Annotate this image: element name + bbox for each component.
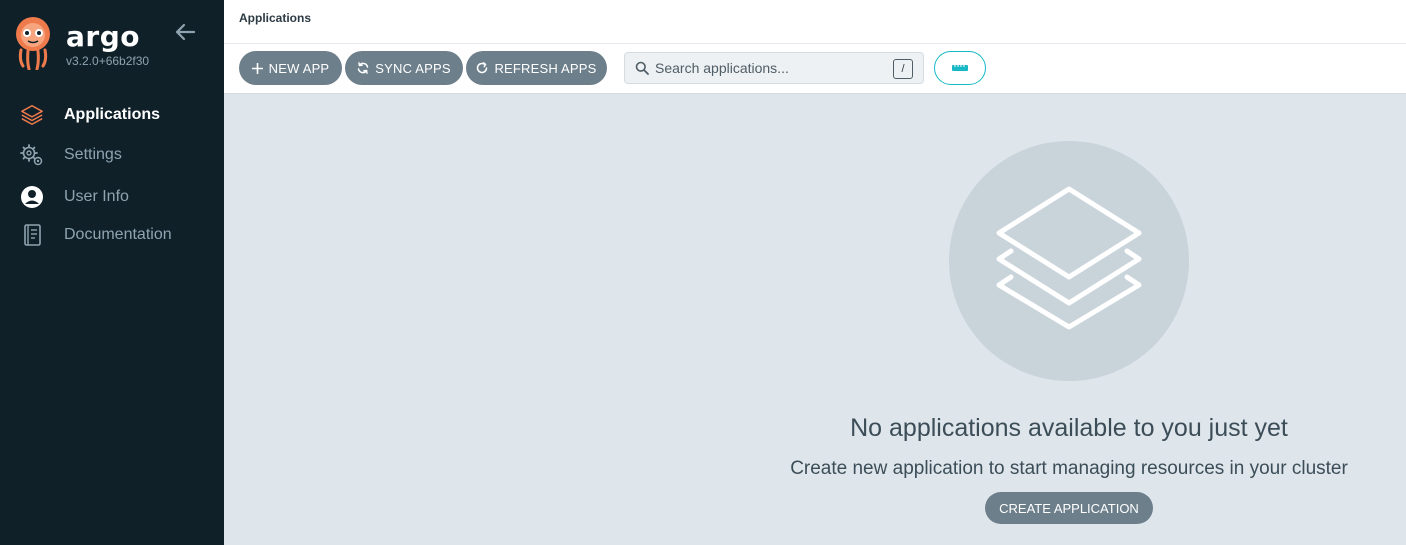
layers-icon <box>996 186 1142 330</box>
view-toggle-icon <box>952 65 968 71</box>
sidebar-item-user-info[interactable]: User Info <box>0 176 224 218</box>
view-toggle-button[interactable] <box>934 51 986 85</box>
sidebar: argo v3.2.0+66b2f30 Applications Setting… <box>0 0 224 545</box>
sidebar-item-settings[interactable]: Settings <box>0 134 224 176</box>
sidebar-item-applications[interactable]: Applications <box>0 96 224 134</box>
empty-state-illustration <box>949 141 1189 381</box>
search-box: / <box>624 52 924 84</box>
sync-apps-label: SYNC APPS <box>375 60 451 76</box>
search-input[interactable] <box>655 58 885 78</box>
create-application-label: CREATE APPLICATION <box>999 500 1139 516</box>
toolbar: NEW APP SYNC APPS REFRESH APPS / <box>224 44 1406 94</box>
brand-name: argo <box>66 20 140 53</box>
search-icon <box>635 61 649 75</box>
book-icon <box>20 223 44 247</box>
empty-state-subtitle: Create new application to start managing… <box>790 458 1348 479</box>
refresh-apps-label: REFRESH APPS <box>494 60 597 76</box>
refresh-icon <box>477 62 488 74</box>
sidebar-item-label: Applications <box>64 106 161 123</box>
empty-state-title: No applications available to you just ye… <box>850 414 1288 442</box>
sync-apps-button[interactable]: SYNC APPS <box>345 51 463 85</box>
plus-icon <box>251 62 263 74</box>
refresh-apps-button[interactable]: REFRESH APPS <box>466 51 607 85</box>
new-app-label: NEW APP <box>268 60 330 76</box>
collapse-sidebar-arrow-icon[interactable] <box>174 22 196 42</box>
user-circle-icon <box>20 185 44 209</box>
sidebar-item-label: User Info <box>64 188 129 205</box>
page-title: Applications <box>239 11 312 25</box>
layers-icon <box>20 103 44 127</box>
new-app-button[interactable]: NEW APP <box>239 51 342 85</box>
version-label: v3.2.0+66b2f30 <box>66 54 150 68</box>
sync-icon <box>358 62 369 74</box>
gears-icon <box>20 143 44 167</box>
argo-logo-icon <box>13 16 53 71</box>
create-application-button[interactable]: CREATE APPLICATION <box>985 492 1153 524</box>
top-bar: Applications <box>224 0 1406 44</box>
sidebar-item-label: Documentation <box>64 226 172 243</box>
sidebar-item-documentation[interactable]: Documentation <box>0 218 224 252</box>
sidebar-nav: Applications Settings User Info Document… <box>0 96 224 252</box>
sidebar-item-label: Settings <box>64 146 122 163</box>
search-shortcut-key: / <box>893 59 913 79</box>
